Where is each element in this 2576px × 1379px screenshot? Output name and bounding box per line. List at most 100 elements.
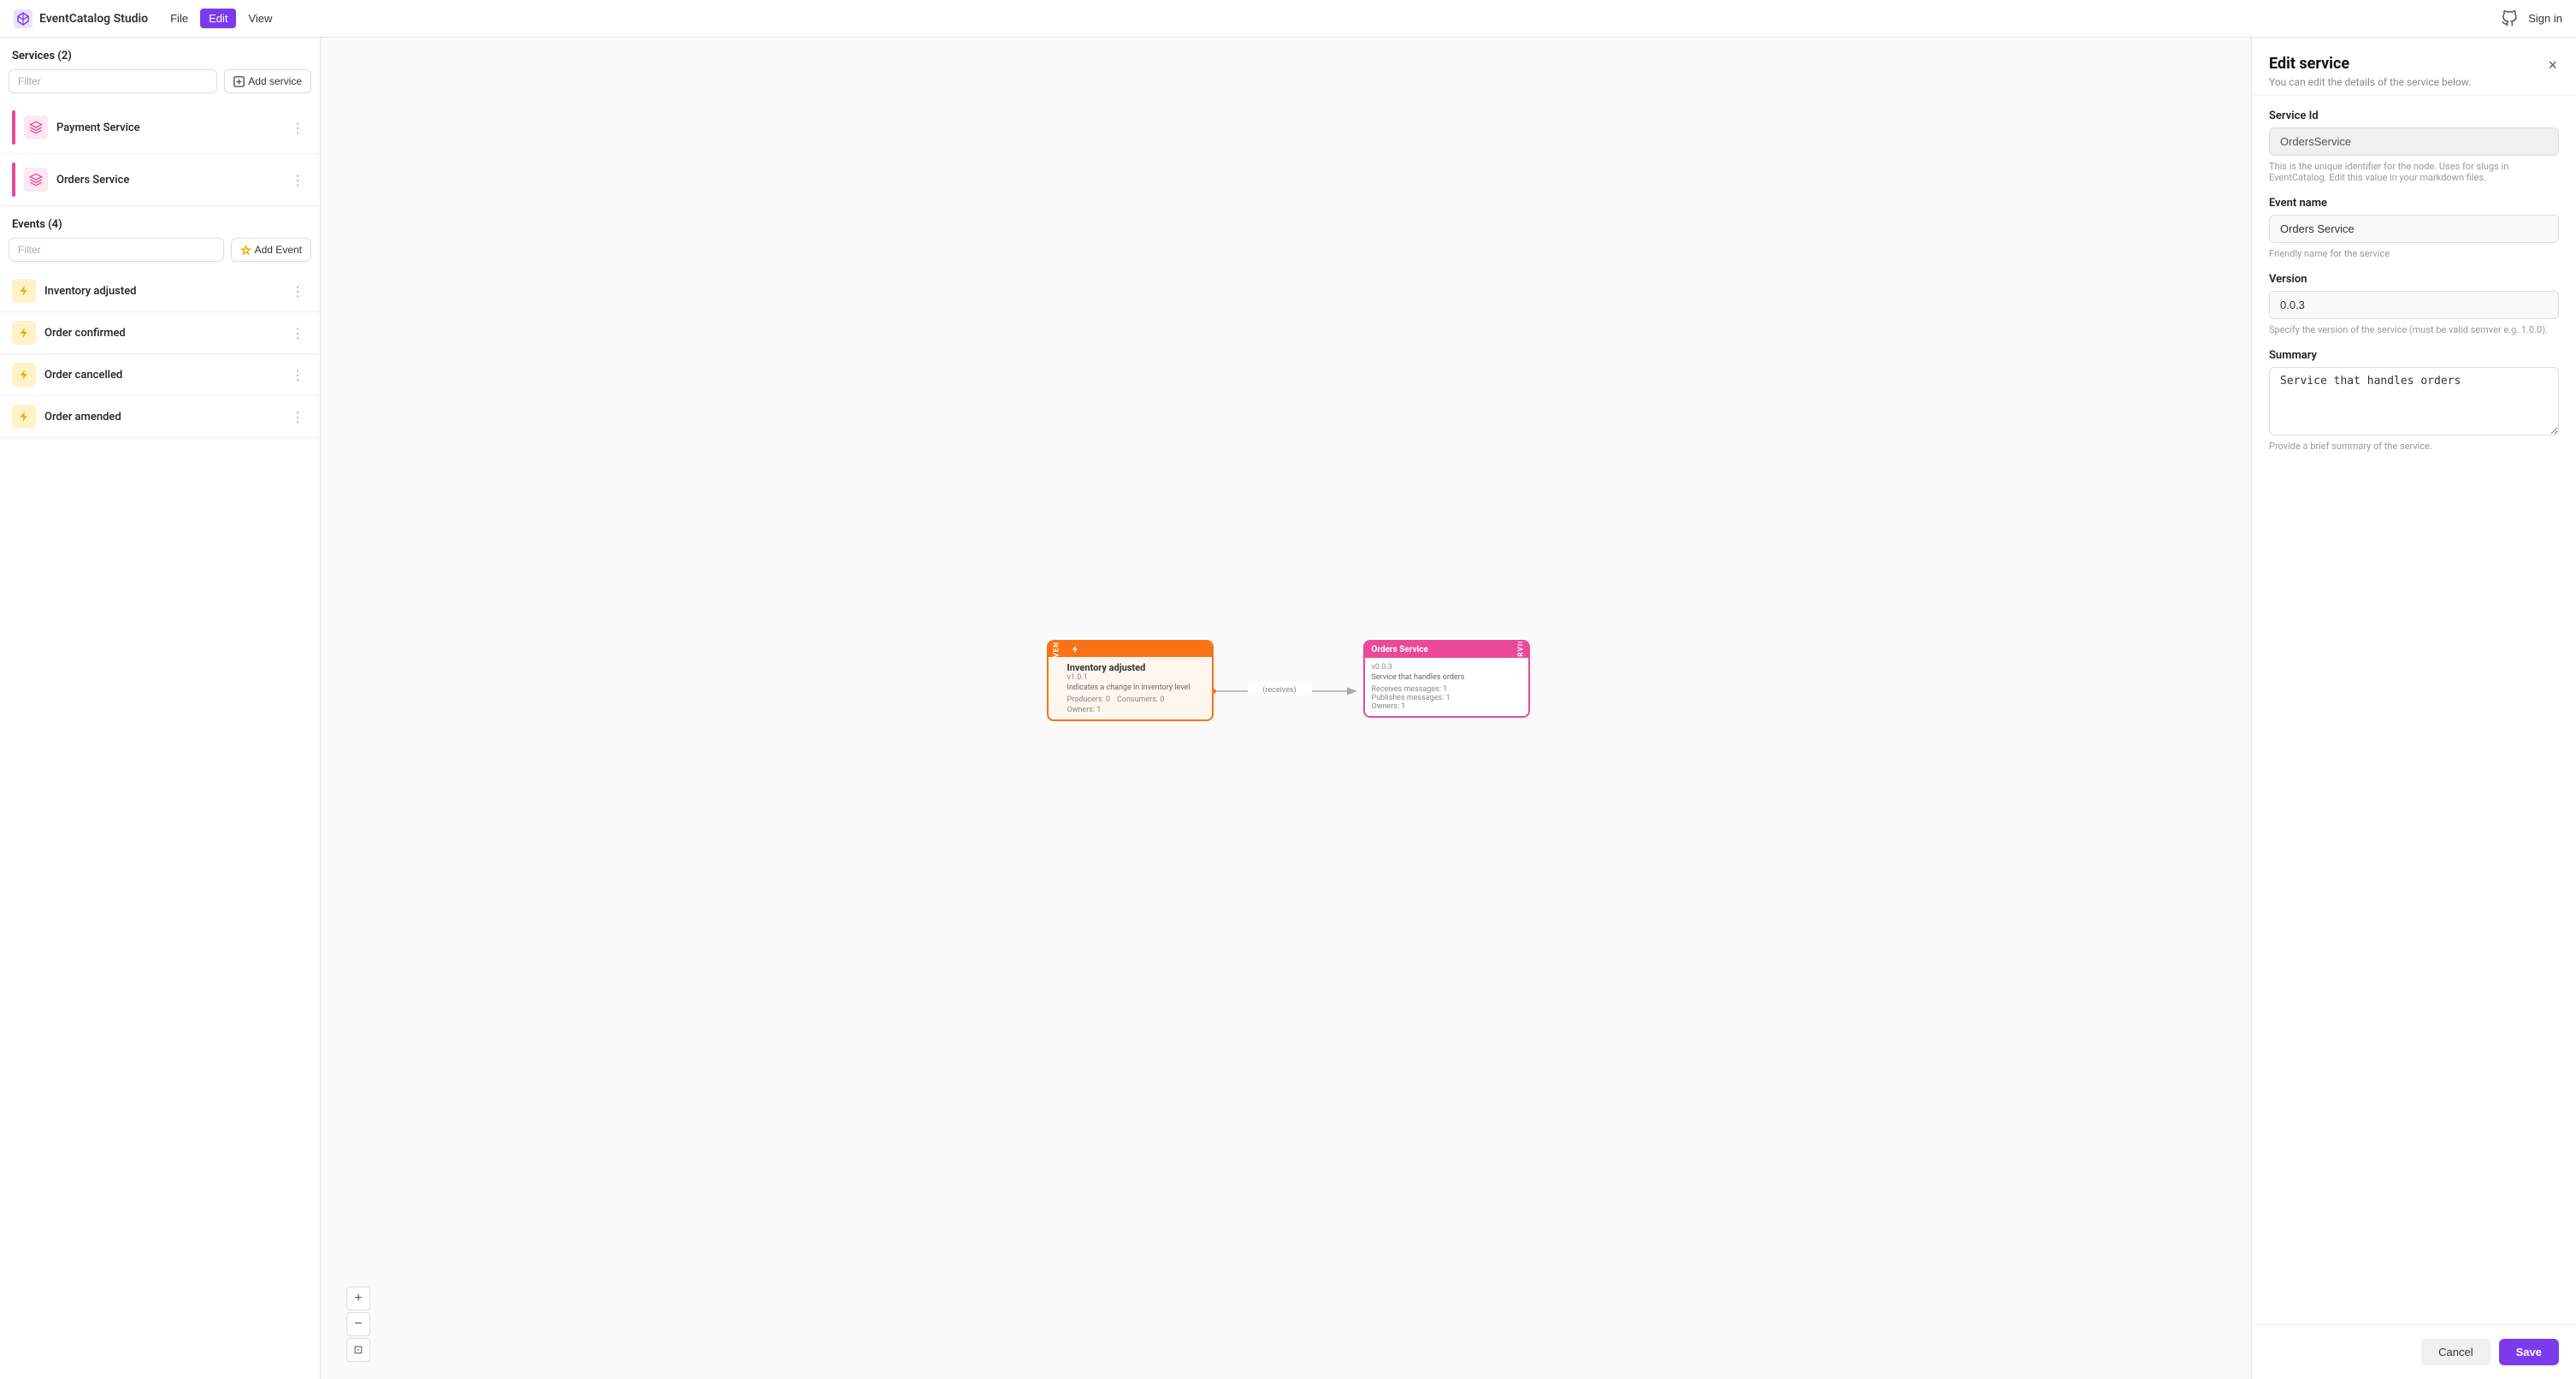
sidebar-item-order-amended[interactable]: Order amended ⋮: [0, 396, 320, 438]
cancel-button[interactable]: Cancel: [2421, 1339, 2490, 1365]
event-icon-inventory: [12, 279, 36, 303]
bolt-icon-amended: [18, 411, 30, 423]
topbar-nav: File Edit View: [162, 9, 281, 28]
sidebar-item-payment-service[interactable]: Payment Service ⋮: [0, 102, 320, 154]
orders-service-more[interactable]: ⋮: [287, 170, 308, 190]
edit-panel-body: Service Id This is the unique identifier…: [2252, 96, 2576, 465]
app-name: EventCatalog Studio: [39, 12, 148, 26]
service-node-orders: Orders Service SERVICE v0.0.3 Service th…: [1363, 640, 1530, 718]
service-bar-payment: [12, 110, 15, 145]
logo-icon: [14, 9, 32, 28]
add-event-button[interactable]: Add Event: [231, 238, 311, 262]
bolt-icon-confirmed: [18, 327, 30, 339]
sidebar-item-order-confirmed[interactable]: Order confirmed ⋮: [0, 312, 320, 354]
order-amended-label: Order amended: [44, 411, 287, 423]
summary-hint: Provide a brief summary of the service.: [2269, 441, 2559, 452]
event-name-input[interactable]: [2269, 215, 2559, 243]
nav-edit[interactable]: Edit: [200, 9, 236, 28]
sidebar-item-order-cancelled[interactable]: Order cancelled ⋮: [0, 354, 320, 396]
layers-icon-payment: [29, 121, 43, 134]
flow-arrow: (receives): [1214, 674, 1368, 708]
canvas-controls: + − ⊡: [346, 1287, 370, 1362]
service-node-owners: Owners: 1: [1372, 702, 1510, 711]
edit-panel-close-button[interactable]: ×: [2546, 55, 2559, 76]
order-amended-more[interactable]: ⋮: [287, 407, 308, 427]
edit-panel-header: Edit service You can edit the details of…: [2252, 38, 2576, 96]
service-bar-orders: [12, 163, 15, 197]
events-filter-input[interactable]: [9, 238, 224, 262]
service-node-receives: Receives messages: 1: [1372, 685, 1510, 694]
event-node-owners: Owners: 1: [1067, 706, 1205, 714]
main-layout: Services (2) Add service Payment Service…: [0, 38, 2576, 1379]
summary-label: Summary: [2269, 349, 2559, 362]
sign-in-button[interactable]: Sign in: [2528, 12, 2562, 25]
event-node-version: v1.0.1: [1067, 673, 1205, 682]
edit-panel: Edit service You can edit the details of…: [2251, 38, 2576, 1379]
summary-group: Summary Provide a brief summary of the s…: [2269, 349, 2559, 452]
summary-textarea[interactable]: [2269, 367, 2559, 435]
service-node-publishes: Publishes messages: 1: [1372, 694, 1510, 702]
event-node-title: Inventory adjusted: [1067, 662, 1205, 673]
github-icon: [2501, 10, 2518, 27]
inventory-adjusted-label: Inventory adjusted: [44, 285, 287, 298]
edit-panel-subtitle: You can edit the details of the service …: [2269, 76, 2471, 88]
event-node-body: Inventory adjusted v1.0.1 Indicates a ch…: [1049, 657, 1212, 719]
add-service-button[interactable]: Add service: [224, 69, 311, 93]
event-icon-cancelled: [12, 363, 36, 387]
order-confirmed-more[interactable]: ⋮: [287, 323, 308, 343]
event-bolt-icon: [1071, 645, 1079, 654]
version-hint: Specify the version of the service (must…: [2269, 324, 2559, 335]
version-group: Version Specify the version of the servi…: [2269, 273, 2559, 335]
svg-text:(receives): (receives): [1262, 685, 1296, 695]
orders-service-label: Orders Service: [56, 174, 287, 186]
sidebar: Services (2) Add service Payment Service…: [0, 38, 321, 1379]
event-node-desc: Indicates a change in inventory level: [1067, 684, 1205, 692]
zoom-out-button[interactable]: −: [346, 1312, 370, 1336]
service-vert-label: SERVICE: [1513, 642, 1528, 658]
services-filter-row: Add service: [0, 69, 320, 102]
canvas[interactable]: EVENT Inventory adjusted v1.0.1 Indicate…: [321, 38, 2251, 1379]
flow-diagram: EVENT Inventory adjusted v1.0.1 Indicate…: [1047, 614, 1526, 802]
nav-view[interactable]: View: [239, 9, 281, 28]
inventory-adjusted-more[interactable]: ⋮: [287, 281, 308, 301]
topbar-right: Sign in: [2501, 10, 2562, 27]
service-node-body: v0.0.3 Service that handles orders Recei…: [1365, 658, 1528, 716]
edit-panel-footer: Cancel Save: [2252, 1324, 2576, 1379]
event-node-stats: Producers: 0 Consumers: 0: [1067, 695, 1205, 704]
canvas-inner: EVENT Inventory adjusted v1.0.1 Indicate…: [321, 38, 2251, 1379]
add-service-icon: [233, 76, 245, 87]
service-id-label: Service Id: [2269, 109, 2559, 122]
services-header: Services (2): [0, 38, 320, 69]
events-filter-row: Add Event: [0, 238, 320, 270]
app-logo: EventCatalog Studio: [14, 9, 148, 28]
service-node-header: Orders Service SERVICE: [1365, 642, 1528, 658]
event-producers: Producers: 0: [1067, 695, 1110, 704]
service-id-group: Service Id This is the unique identifier…: [2269, 109, 2559, 183]
nav-file[interactable]: File: [162, 9, 197, 28]
save-button[interactable]: Save: [2499, 1339, 2559, 1365]
event-icon-confirmed: [12, 321, 36, 345]
bolt-icon-inventory: [18, 285, 30, 297]
sidebar-item-inventory-adjusted[interactable]: Inventory adjusted ⋮: [0, 270, 320, 312]
add-event-icon: [240, 245, 251, 256]
service-icon-orders: [24, 168, 48, 192]
order-confirmed-label: Order confirmed: [44, 327, 287, 340]
version-input[interactable]: [2269, 291, 2559, 319]
services-filter-input[interactable]: [9, 69, 217, 93]
payment-service-more[interactable]: ⋮: [287, 118, 308, 138]
event-node-inventory: EVENT Inventory adjusted v1.0.1 Indicate…: [1047, 640, 1214, 721]
event-vert-label: EVENT: [1049, 642, 1064, 657]
event-name-group: Event name Friendly name for the service: [2269, 197, 2559, 259]
event-node-header: EVENT: [1049, 642, 1212, 657]
sidebar-item-orders-service[interactable]: Orders Service ⋮: [0, 154, 320, 206]
order-cancelled-more[interactable]: ⋮: [287, 365, 308, 385]
event-consumers: Consumers: 0: [1117, 695, 1164, 704]
edit-panel-title: Edit service: [2269, 55, 2471, 73]
service-id-hint: This is the unique identifier for the no…: [2269, 161, 2559, 183]
fit-button[interactable]: ⊡: [346, 1338, 370, 1362]
zoom-in-button[interactable]: +: [346, 1287, 370, 1311]
service-id-input[interactable]: [2269, 127, 2559, 156]
layers-icon-orders: [29, 173, 43, 186]
service-node-desc: Service that handles orders: [1372, 673, 1510, 682]
edit-panel-header-text: Edit service You can edit the details of…: [2269, 55, 2471, 88]
